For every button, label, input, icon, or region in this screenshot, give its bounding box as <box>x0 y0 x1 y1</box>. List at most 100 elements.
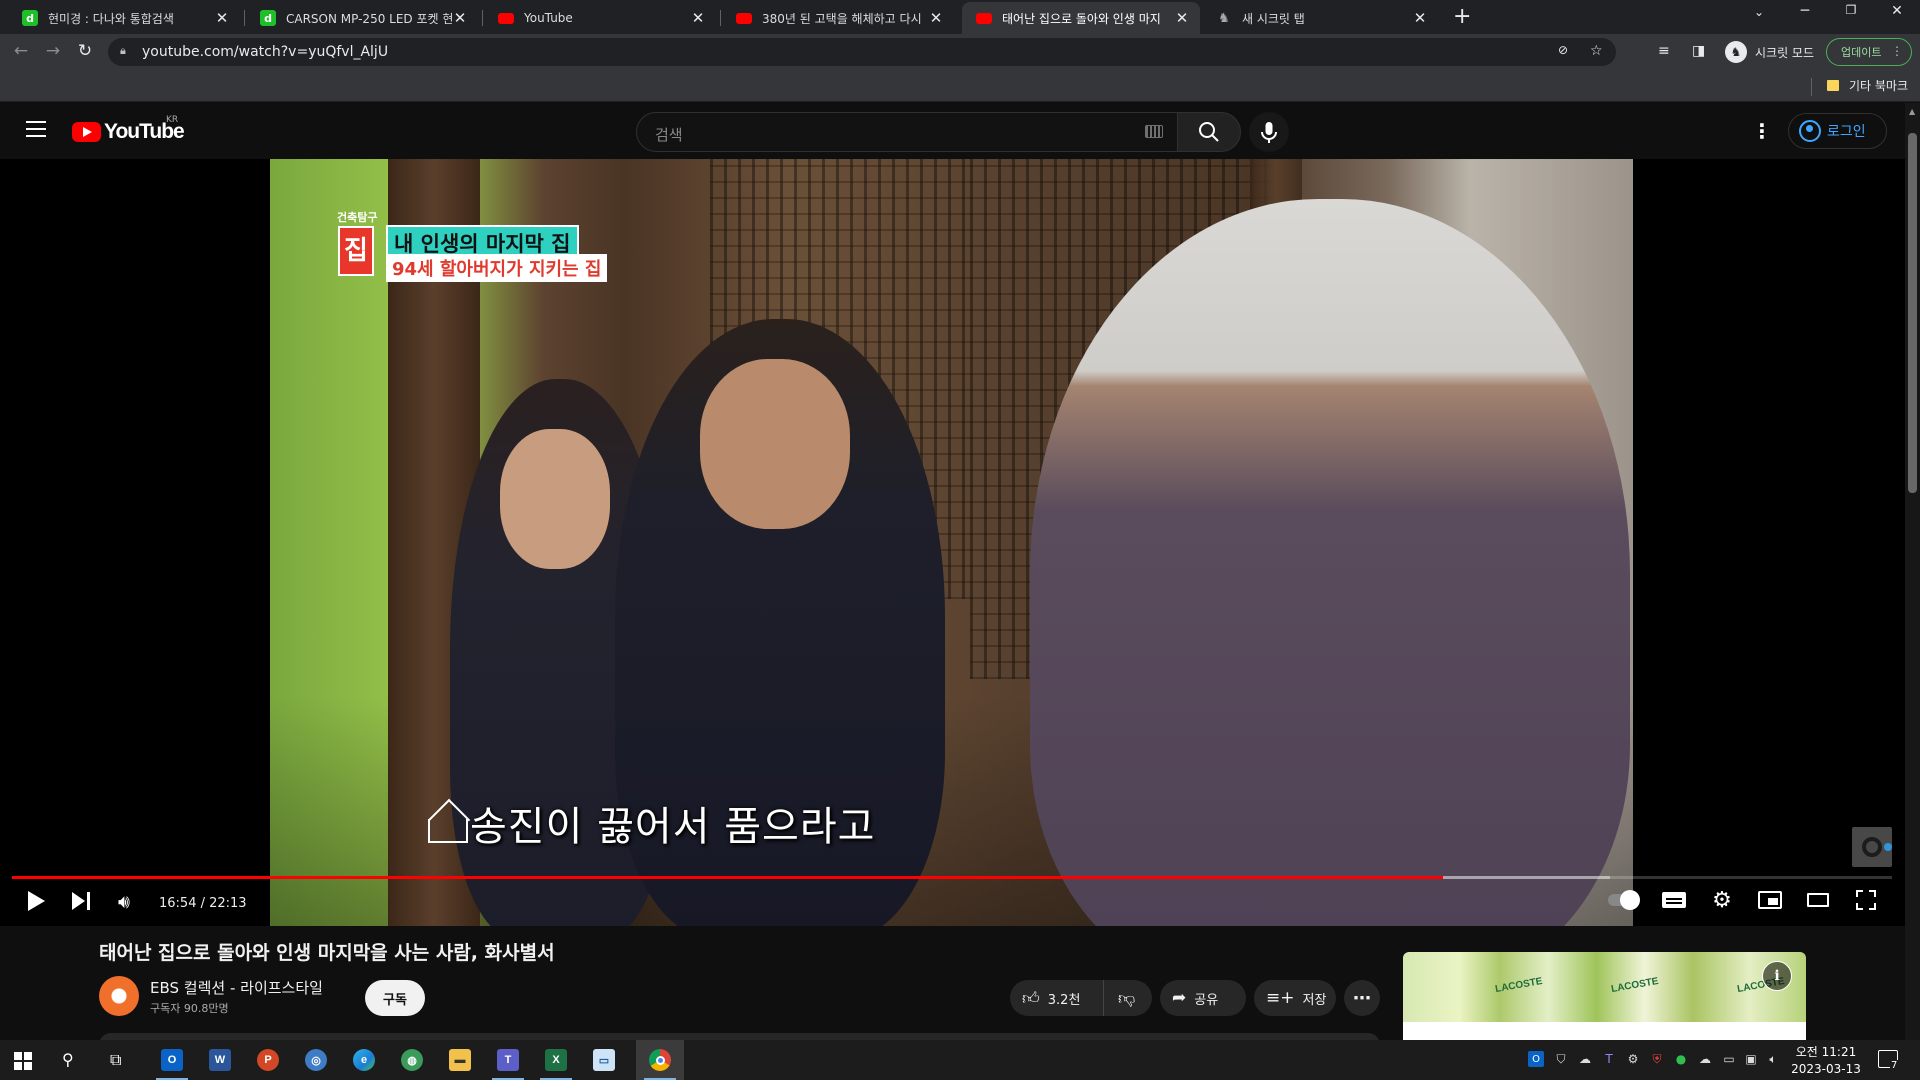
forward-button[interactable]: → <box>42 41 64 61</box>
teams-tray-icon[interactable]: T <box>1601 1051 1617 1067</box>
ad-info-icon[interactable]: i <box>1762 961 1792 991</box>
dislike-button[interactable]: 👎︎ <box>1104 988 1135 1009</box>
save-button[interactable]: ≡+ 저장 <box>1254 980 1336 1016</box>
update-button[interactable]: 업데이트 ⋮ <box>1826 38 1912 66</box>
house-outline-icon <box>428 819 468 843</box>
taskbar-window-app[interactable]: ▭ <box>580 1040 628 1080</box>
new-tab-button[interactable]: + <box>1453 4 1471 29</box>
address-bar[interactable]: 🔒︎ youtube.com/watch?v=yuQfvl_AljU ☆ ⊘ <box>108 38 1616 66</box>
miniplayer-button[interactable] <box>1755 887 1785 913</box>
login-button[interactable]: 로그인 <box>1788 113 1887 149</box>
taskbar-network-app[interactable]: ◍ <box>388 1040 436 1080</box>
tab-search-chevron-icon[interactable]: ⌄ <box>1736 5 1782 19</box>
scroll-up-arrow-icon[interactable]: ▲ <box>1909 107 1915 116</box>
chat-tray-icon[interactable]: ● <box>1673 1051 1689 1067</box>
subtitles-button[interactable] <box>1659 887 1689 913</box>
taskbar-teams[interactable]: T <box>484 1040 532 1080</box>
share-arrow-icon: ➦ <box>1172 988 1187 1008</box>
tab-close-icon[interactable]: ✕ <box>1412 9 1428 27</box>
world-icon: ◍ <box>401 1049 423 1071</box>
hamburger-menu-icon[interactable] <box>26 121 46 137</box>
minimize-button[interactable]: ─ <box>1782 3 1828 19</box>
settings-button[interactable]: ⚙ <box>1707 887 1737 913</box>
voice-search-button[interactable] <box>1249 112 1289 152</box>
page-scrollbar[interactable]: ▲ ▼ <box>1905 103 1920 1054</box>
address-url[interactable]: youtube.com/watch?v=yuQfvl_AljU <box>142 44 388 60</box>
network-icon[interactable]: ▣ <box>1743 1051 1759 1067</box>
video-title: 태어난 집으로 돌아와 인생 마지막을 사는 사람, 화사별서 <box>99 942 555 964</box>
window-icon: ▭ <box>593 1049 615 1071</box>
cloud-sync-icon[interactable]: ☁ <box>1697 1051 1713 1067</box>
restore-button[interactable]: ❐ <box>1828 3 1874 17</box>
search-input[interactable]: 검색 <box>636 112 1178 152</box>
kebab-menu-icon: ⋮ <box>1891 44 1903 58</box>
theater-mode-button[interactable] <box>1803 887 1833 913</box>
browser-tab-active[interactable]: 태어난 집으로 돌아와 인생 마지 ✕ <box>962 2 1200 34</box>
outlook-tray-icon[interactable]: O <box>1528 1051 1544 1067</box>
lock-icon[interactable]: 🔒︎ <box>120 44 126 58</box>
tab-close-icon[interactable]: ✕ <box>1174 9 1190 27</box>
media-playlist-icon[interactable]: ≡ <box>1658 43 1670 59</box>
taskbar-file-explorer[interactable]: ▬ <box>436 1040 484 1080</box>
speaker-icon[interactable]: 🔈︎ <box>1765 1051 1781 1067</box>
taskbar-outlook[interactable]: O <box>148 1040 196 1080</box>
overlay-logo: 집 <box>338 226 374 276</box>
taskbar-chrome[interactable] <box>636 1040 684 1080</box>
tab-close-icon[interactable]: ✕ <box>452 9 468 27</box>
taskbar-edge[interactable]: e <box>340 1040 388 1080</box>
taskbar-globe-app[interactable]: ◎ <box>292 1040 340 1080</box>
battery-icon[interactable]: ▭ <box>1721 1051 1737 1067</box>
tab-close-icon[interactable]: ✕ <box>214 9 230 27</box>
thumbs-up-icon: 👍︎ <box>1022 988 1040 1009</box>
taskbar-search-icon[interactable]: ⚲ <box>62 1050 74 1069</box>
incognito-indicator[interactable]: ♞ 시크릿 모드 <box>1725 41 1814 63</box>
next-button[interactable] <box>72 892 92 910</box>
channel-name[interactable]: EBS 컬렉션 - 라이프스타일 <box>150 977 323 998</box>
taskbar-powerpoint[interactable]: P <box>244 1040 292 1080</box>
system-clock[interactable]: 오전 11:21 2023-03-13 <box>1788 1044 1864 1078</box>
taskbar-word[interactable]: W <box>196 1040 244 1080</box>
progress-bar[interactable] <box>12 876 1892 879</box>
antivirus-shield-icon[interactable]: ⛨ <box>1649 1051 1665 1067</box>
other-bookmarks-label: 기타 북마크 <box>1848 79 1908 93</box>
more-actions-button[interactable]: ⋯ <box>1344 980 1380 1016</box>
side-panel-icon[interactable]: ◨ <box>1692 43 1705 59</box>
youtube-logo[interactable]: YouTube KR <box>72 115 185 144</box>
reload-button[interactable]: ↻ <box>74 41 96 61</box>
search-button[interactable] <box>1177 112 1241 152</box>
browser-tab[interactable]: ♞ 새 시크릿 탭 ✕ <box>1202 2 1438 34</box>
tab-close-icon[interactable]: ✕ <box>928 9 944 27</box>
windows-start-icon[interactable] <box>14 1052 32 1070</box>
settings-kebab-icon[interactable]: ⋮ <box>1752 119 1772 143</box>
volume-icon[interactable]: 🔊︎ <box>118 891 130 913</box>
close-window-button[interactable]: ✕ <box>1874 3 1920 19</box>
channel-watermark[interactable] <box>1852 827 1892 867</box>
channel-avatar[interactable] <box>99 976 139 1016</box>
like-button[interactable]: 👍︎ 3.2천 <box>1010 980 1104 1016</box>
keyboard-icon[interactable] <box>1145 125 1163 138</box>
eye-off-icon[interactable]: ⊘ <box>1558 43 1568 57</box>
share-button[interactable]: ➦ 공유 <box>1160 980 1246 1016</box>
shield-tray-icon[interactable]: ⛉ <box>1553 1051 1569 1067</box>
incognito-label: 시크릿 모드 <box>1755 45 1815 60</box>
ad-banner[interactable]: LACOSTE LACOSTE LACOSTE <box>1403 952 1806 1022</box>
subscribe-button[interactable]: 구독 <box>365 980 425 1016</box>
back-button[interactable]: ← <box>10 41 32 61</box>
taskbar-excel[interactable]: X <box>532 1040 580 1080</box>
autoplay-toggle[interactable] <box>1608 887 1640 913</box>
scrollbar-thumb[interactable] <box>1908 133 1917 493</box>
settings-tray-icon[interactable]: ⚙ <box>1625 1051 1641 1067</box>
browser-tab[interactable]: d CARSON MP-250 LED 포켓 현미 ✕ <box>246 2 478 34</box>
browser-tab[interactable]: 380년 된 고택을 해체하고 다시 ✕ <box>722 2 954 34</box>
browser-tab[interactable]: YouTube ✕ <box>484 2 716 34</box>
play-button[interactable] <box>26 889 46 911</box>
other-bookmarks-folder[interactable]: 기타 북마크 <box>1826 77 1908 94</box>
task-view-icon[interactable]: ⧉ <box>110 1050 121 1070</box>
fullscreen-button[interactable] <box>1851 887 1881 913</box>
video-player[interactable]: 건축탐구 집 내 인생의 마지막 집 94세 할아버지가 지키는 집 송진이 끓… <box>0 159 1905 926</box>
bookmark-star-icon[interactable]: ☆ <box>1590 43 1603 59</box>
tab-close-icon[interactable]: ✕ <box>690 9 706 27</box>
browser-tab[interactable]: d 현미경 : 다나와 통합검색 ✕ <box>8 2 240 34</box>
browser-toolbar: ← → ↻ 🔒︎ youtube.com/watch?v=yuQfvl_AljU… <box>0 34 1920 70</box>
onedrive-cloud-icon[interactable]: ☁ <box>1577 1051 1593 1067</box>
